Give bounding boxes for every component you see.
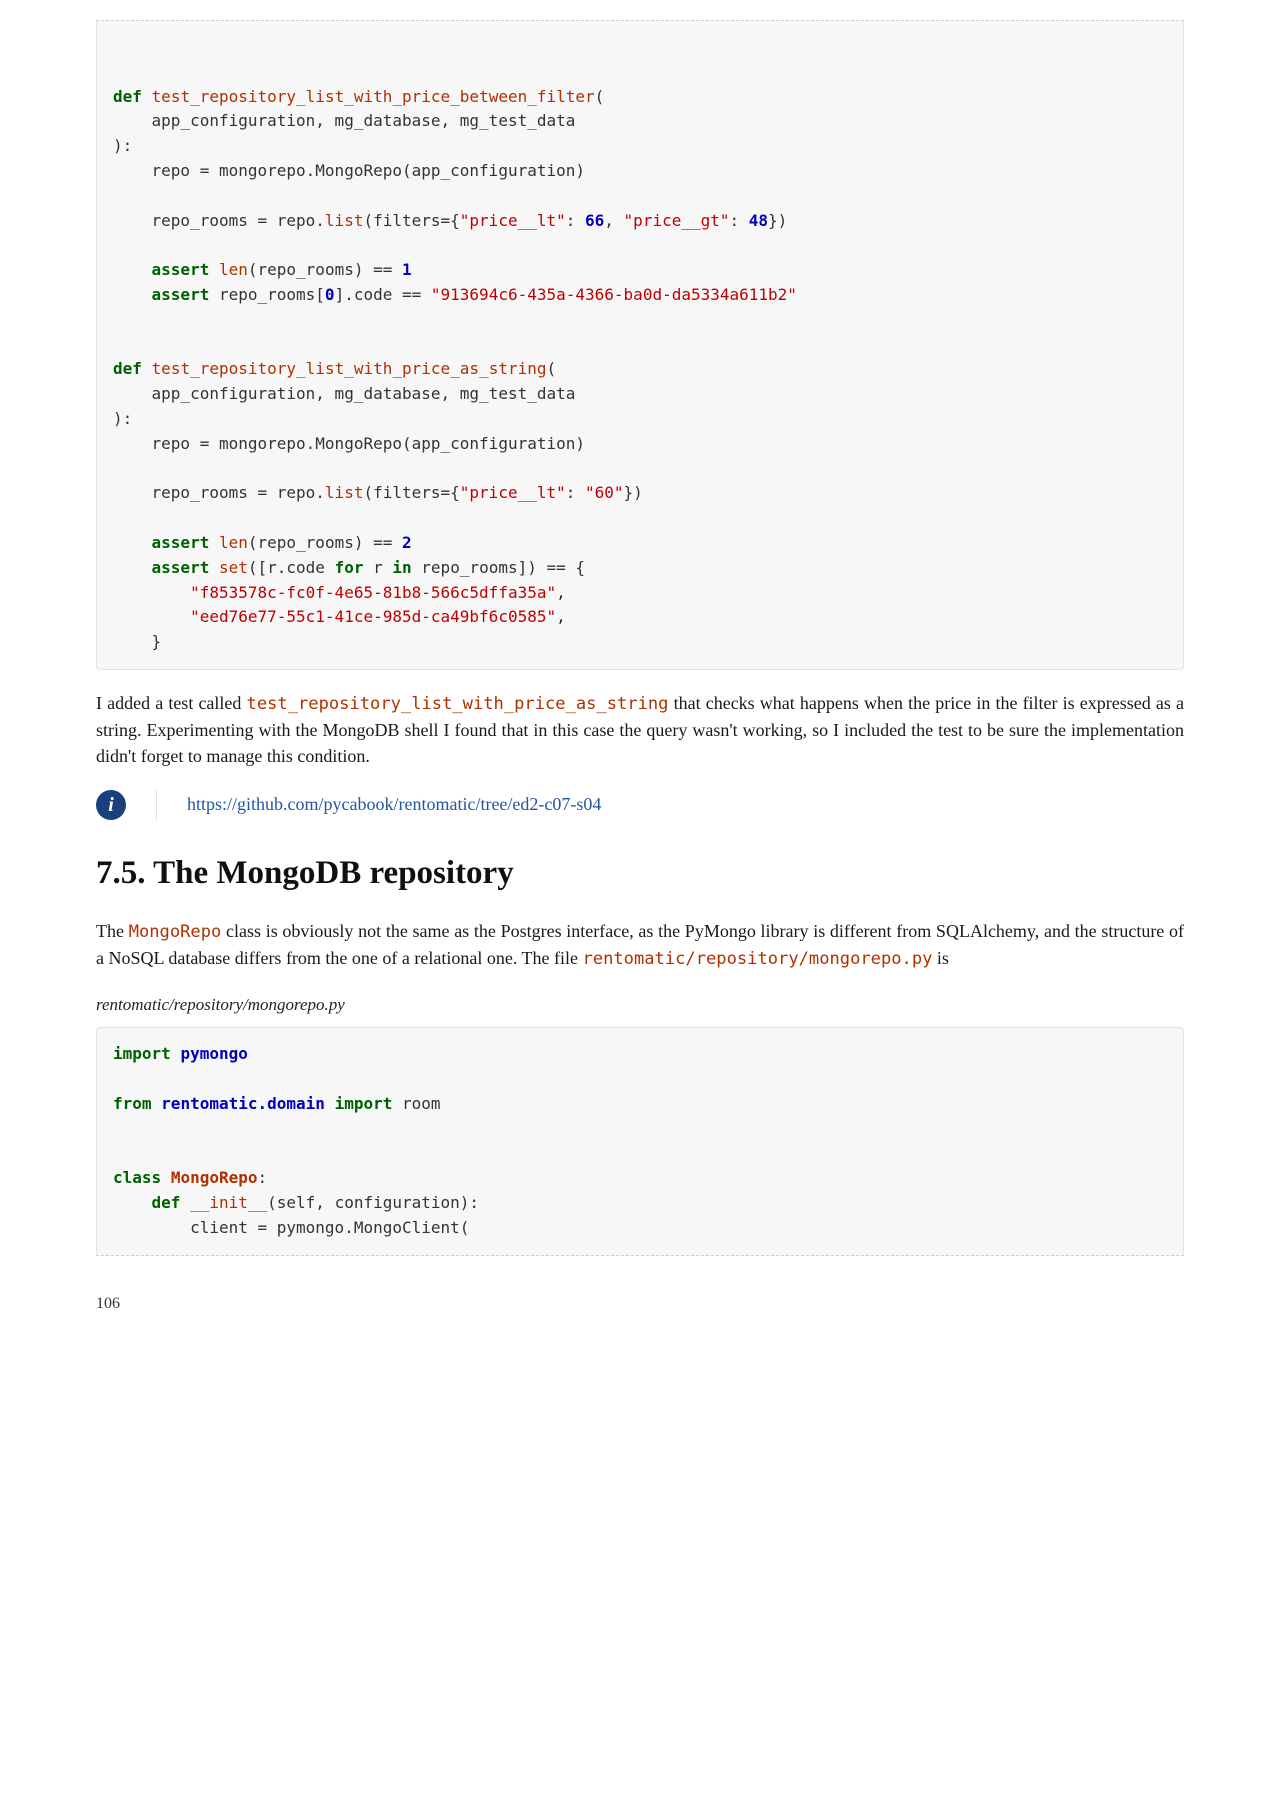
- section-heading: 7.5. The MongoDB repository: [96, 849, 1184, 899]
- paragraph-mongorepo-intro: The MongoRepo class is obviously not the…: [96, 918, 1184, 972]
- inline-code-test-name: test_repository_list_with_price_as_strin…: [247, 694, 669, 714]
- file-path-caption: rentomatic/repository/mongorepo.py: [96, 992, 1184, 1018]
- text-segment: is: [932, 948, 949, 968]
- text-segment: I added a test called: [96, 693, 247, 713]
- info-admonition: i https://github.com/pycabook/rentomatic…: [96, 789, 1184, 821]
- github-link[interactable]: https://github.com/pycabook/rentomatic/t…: [187, 794, 601, 814]
- inline-code-mongorepo: MongoRepo: [129, 922, 222, 942]
- text-segment: The: [96, 921, 129, 941]
- code-block-tests: def test_repository_list_with_price_betw…: [96, 20, 1184, 670]
- admonition-divider: [156, 789, 157, 821]
- code-block-mongorepo: import pymongo from rentomatic.domain im…: [96, 1027, 1184, 1255]
- admonition-content: https://github.com/pycabook/rentomatic/t…: [187, 791, 601, 818]
- info-icon: i: [96, 790, 126, 820]
- paragraph-added-test: I added a test called test_repository_li…: [96, 690, 1184, 769]
- page-number: 106: [96, 1292, 1184, 1316]
- inline-code-filepath: rentomatic/repository/mongorepo.py: [583, 949, 933, 969]
